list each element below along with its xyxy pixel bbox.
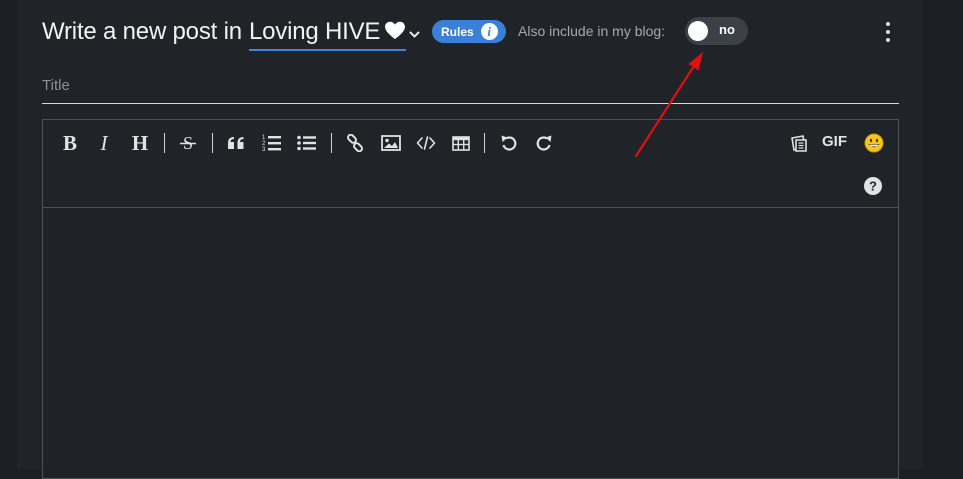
bold-button[interactable]: B — [56, 130, 84, 156]
help-icon[interactable]: ? — [859, 173, 887, 199]
image-icon[interactable] — [377, 130, 405, 156]
svg-text:3: 3 — [262, 147, 266, 152]
ordered-list-icon[interactable]: 123 — [258, 130, 286, 156]
table-icon[interactable] — [447, 130, 475, 156]
snippets-icon[interactable] — [786, 130, 814, 156]
quote-icon[interactable] — [222, 130, 250, 156]
toolbar-divider — [164, 133, 165, 153]
heart-icon — [384, 19, 406, 47]
title-input[interactable] — [42, 68, 899, 104]
undo-icon[interactable] — [495, 130, 523, 156]
editor-toolbar: B I H S 123 GIF ? — [43, 120, 898, 208]
rules-label: Rules — [441, 24, 474, 39]
page-title: Write a new post in — [42, 18, 242, 45]
compose-header: Write a new post in Loving HIVE Rules i … — [42, 14, 902, 51]
link-icon[interactable] — [341, 130, 369, 156]
info-icon: i — [480, 23, 498, 40]
toggle-knob — [688, 21, 708, 41]
code-icon[interactable] — [412, 130, 440, 156]
community-selector[interactable]: Loving HIVE — [249, 18, 407, 51]
markdown-editor: B I H S 123 GIF ? — [42, 119, 899, 479]
community-name: Loving HIVE — [249, 18, 381, 45]
kebab-menu-icon[interactable] — [882, 22, 894, 42]
toolbar-divider — [331, 133, 332, 153]
emoji-icon[interactable] — [860, 130, 888, 156]
post-body-textarea[interactable] — [43, 208, 898, 478]
right-gutter — [923, 0, 963, 469]
redo-icon[interactable] — [530, 130, 558, 156]
italic-button[interactable]: I — [90, 130, 118, 156]
also-include-label: Also include in my blog: — [518, 23, 666, 39]
chevron-down-icon[interactable] — [409, 26, 420, 44]
svg-text:?: ? — [869, 179, 877, 194]
left-gutter — [0, 0, 17, 469]
toolbar-divider — [484, 133, 485, 153]
toggle-state-label: no — [719, 22, 735, 37]
heading-button[interactable]: H — [126, 130, 154, 156]
gif-button[interactable]: GIF — [822, 133, 847, 150]
rules-button[interactable]: Rules i — [432, 20, 506, 43]
toolbar-divider — [212, 133, 213, 153]
strikethrough-icon[interactable]: S — [174, 130, 202, 156]
include-in-blog-toggle[interactable]: no — [685, 17, 748, 45]
unordered-list-icon[interactable] — [293, 130, 321, 156]
